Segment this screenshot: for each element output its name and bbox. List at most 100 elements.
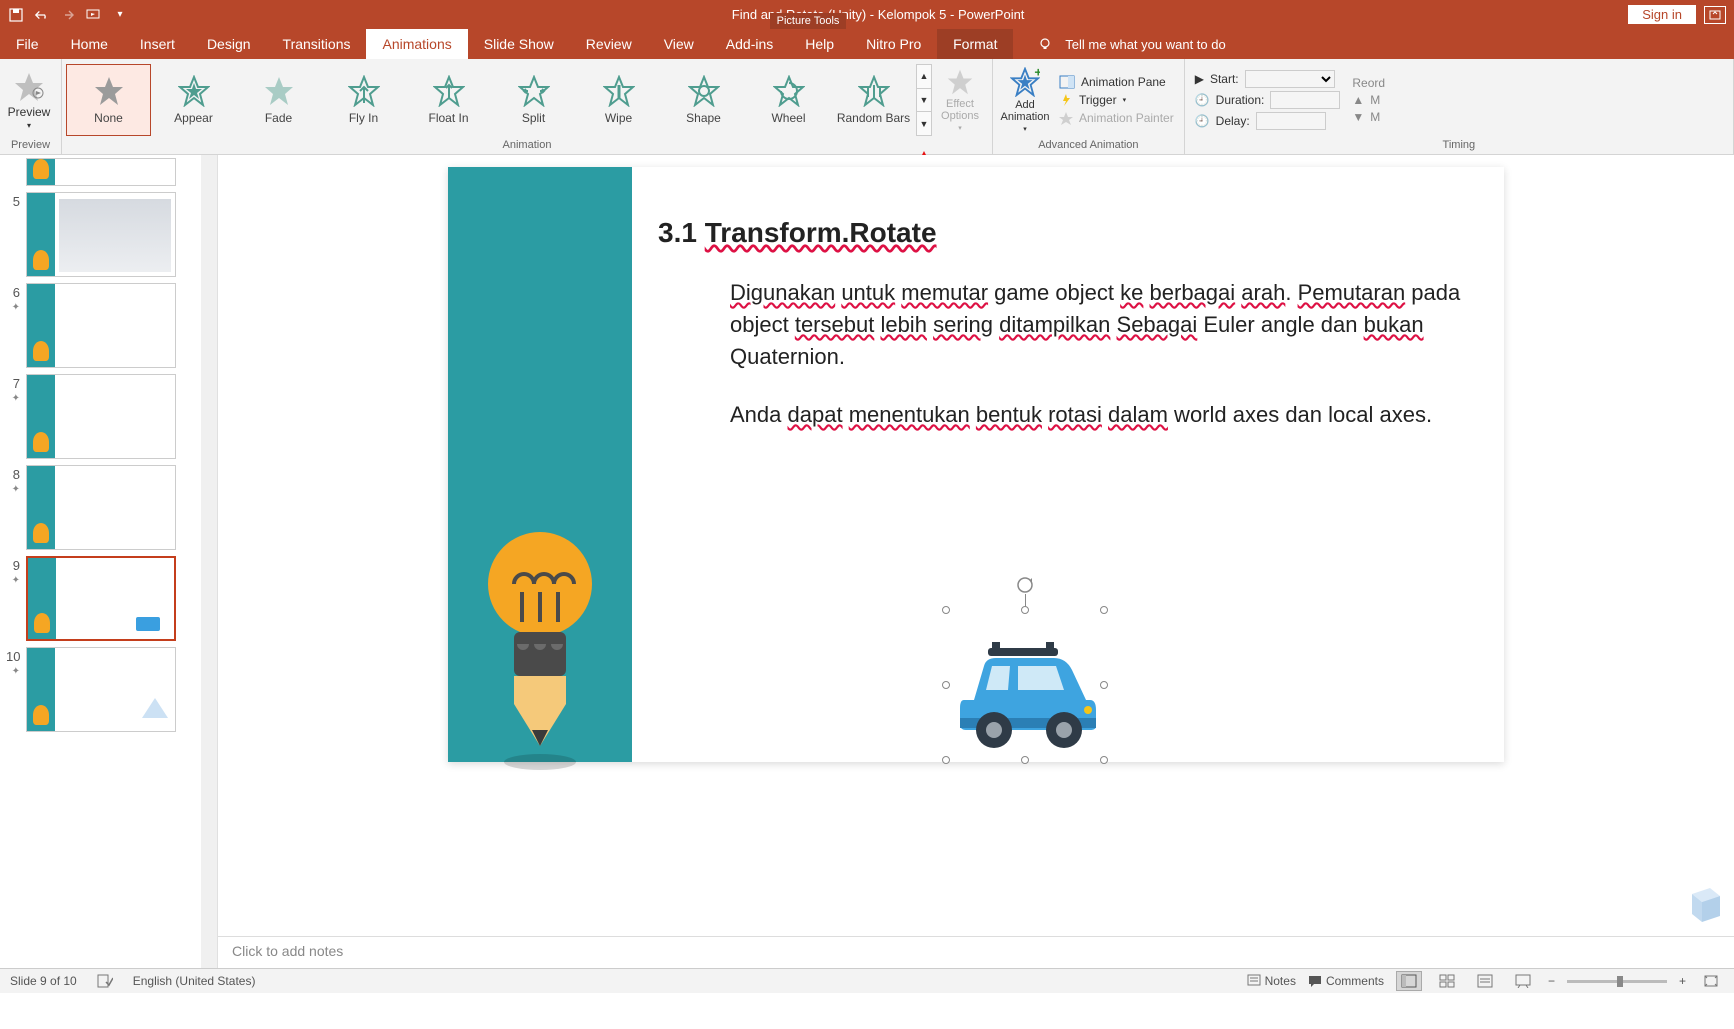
zoom-in-button[interactable]: + bbox=[1679, 974, 1686, 988]
ribbon-tabs: Picture Tools File Home Insert Design Tr… bbox=[0, 29, 1734, 59]
fit-to-window-button[interactable] bbox=[1698, 971, 1724, 991]
group-label-advanced: Advanced Animation bbox=[997, 139, 1180, 152]
notes-placeholder: Click to add notes bbox=[232, 943, 343, 959]
tab-insert[interactable]: Insert bbox=[124, 29, 191, 59]
play-icon: ▶ bbox=[1195, 72, 1204, 86]
zoom-slider[interactable] bbox=[1567, 980, 1667, 983]
reading-view-button[interactable] bbox=[1472, 971, 1498, 991]
slide-body-text[interactable]: Digunakan untuk memutar game object ke b… bbox=[730, 277, 1464, 457]
animation-star-icon: ✦ bbox=[12, 302, 20, 313]
animation-appear[interactable]: Appear bbox=[151, 64, 236, 136]
slide-thumbnail-panel[interactable]: 5 6 ✦ 7 ✦ bbox=[0, 155, 218, 968]
normal-view-button[interactable] bbox=[1396, 971, 1422, 991]
save-icon[interactable] bbox=[8, 7, 24, 23]
notes-pane[interactable]: Click to add notes bbox=[218, 936, 1734, 968]
slide-count-label: Slide 9 of 10 bbox=[10, 974, 77, 988]
window-title: Find and Rotate (Unity) - Kelompok 5 - P… bbox=[128, 7, 1628, 22]
tab-addins[interactable]: Add-ins bbox=[710, 29, 789, 59]
group-label-animation: Animation bbox=[66, 139, 988, 152]
slide-thumbnail[interactable] bbox=[26, 647, 176, 732]
redo-icon[interactable] bbox=[60, 7, 76, 23]
slide-thumbnail[interactable] bbox=[26, 283, 176, 368]
tab-format[interactable]: Format bbox=[937, 29, 1013, 59]
notes-toggle[interactable]: Notes bbox=[1247, 974, 1296, 988]
ribbon-display-options-icon[interactable] bbox=[1704, 6, 1726, 24]
start-from-beginning-icon[interactable] bbox=[86, 7, 102, 23]
animation-shape[interactable]: Shape bbox=[661, 64, 746, 136]
animation-random-bars[interactable]: Random Bars bbox=[831, 64, 916, 136]
slide-title[interactable]: 3.1 Transform.Rotate bbox=[658, 217, 937, 249]
lightbulb-pencil-icon bbox=[484, 514, 596, 774]
animation-pane-button[interactable]: Animation Pane bbox=[1059, 75, 1174, 89]
tab-animations[interactable]: Animations bbox=[366, 29, 467, 59]
tab-slideshow[interactable]: Slide Show bbox=[468, 29, 570, 59]
slide-thumbnail[interactable] bbox=[26, 192, 176, 277]
qat-more-icon[interactable]: ▾ bbox=[112, 7, 128, 23]
tab-review[interactable]: Review bbox=[570, 29, 648, 59]
tab-view[interactable]: View bbox=[648, 29, 710, 59]
selected-picture-car[interactable] bbox=[946, 610, 1104, 760]
slide-sorter-view-button[interactable] bbox=[1434, 971, 1460, 991]
chevron-down-icon: ▾ bbox=[27, 121, 31, 130]
animation-fade[interactable]: Fade bbox=[236, 64, 321, 136]
timing-delay-row: 🕘 Delay: bbox=[1195, 112, 1341, 130]
animation-star-icon: ✦ bbox=[12, 393, 20, 404]
spell-check-icon[interactable] bbox=[97, 974, 113, 988]
slide-canvas[interactable]: 3.1 Transform.Rotate Digunakan untuk mem… bbox=[448, 167, 1504, 762]
thumb-number: 10 bbox=[6, 647, 20, 664]
slide-editor: 3.1 Transform.Rotate Digunakan untuk mem… bbox=[218, 155, 1734, 968]
tab-file[interactable]: File bbox=[0, 29, 55, 59]
delay-input[interactable] bbox=[1256, 112, 1326, 130]
tab-nitro[interactable]: Nitro Pro bbox=[850, 29, 937, 59]
gallery-scroll: ▲ ▼ ▼ bbox=[916, 64, 932, 136]
rotate-handle-icon[interactable] bbox=[1016, 576, 1034, 594]
sign-in-button[interactable]: Sign in bbox=[1628, 5, 1696, 24]
thumb-number: 5 bbox=[6, 192, 20, 209]
animation-wheel[interactable]: Wheel bbox=[746, 64, 831, 136]
gallery-scroll-up[interactable]: ▲ bbox=[917, 65, 931, 89]
trigger-button[interactable]: Trigger ▾ bbox=[1059, 93, 1174, 107]
tell-me-search[interactable]: Tell me what you want to do bbox=[1013, 29, 1734, 59]
thumb-number: 7 bbox=[6, 374, 20, 391]
gallery-scroll-down[interactable]: ▼ bbox=[917, 89, 931, 113]
effect-options-button: Effect Options ▾ bbox=[932, 68, 988, 132]
add-animation-button[interactable]: + Add Animation ▾ bbox=[997, 67, 1053, 133]
thumb-number: 6 bbox=[6, 283, 20, 300]
animation-float-in[interactable]: Float In bbox=[406, 64, 491, 136]
start-select[interactable] bbox=[1245, 70, 1335, 88]
animation-star-icon: ✦ bbox=[12, 575, 20, 586]
preview-button[interactable]: Preview ▾ bbox=[4, 71, 54, 130]
tab-transitions[interactable]: Transitions bbox=[267, 29, 367, 59]
slide-thumbnail-partial[interactable] bbox=[26, 158, 176, 186]
animation-wipe[interactable]: Wipe bbox=[576, 64, 661, 136]
timing-start-row: ▶ Start: bbox=[1195, 70, 1341, 88]
clock-icon: 🕘 bbox=[1195, 114, 1210, 128]
gallery-more-button[interactable]: ▼ bbox=[917, 112, 931, 135]
animation-split[interactable]: Split bbox=[491, 64, 576, 136]
comments-toggle[interactable]: Comments bbox=[1308, 974, 1384, 988]
undo-icon[interactable] bbox=[34, 7, 50, 23]
thumb-number: 8 bbox=[6, 465, 20, 482]
group-label-preview: Preview bbox=[4, 139, 57, 152]
slide-thumbnail[interactable] bbox=[26, 374, 176, 459]
zoom-out-button[interactable]: − bbox=[1548, 974, 1555, 988]
thumbnail-scrollbar[interactable] bbox=[201, 155, 217, 968]
tab-help[interactable]: Help bbox=[789, 29, 850, 59]
language-label[interactable]: English (United States) bbox=[133, 974, 256, 988]
tab-design[interactable]: Design bbox=[191, 29, 267, 59]
slideshow-view-button[interactable] bbox=[1510, 971, 1536, 991]
animation-fly-in[interactable]: Fly In bbox=[321, 64, 406, 136]
animation-none[interactable]: None bbox=[66, 64, 151, 136]
ribbon: Preview ▾ Preview None Appear Fade bbox=[0, 59, 1734, 155]
clock-icon: 🕘 bbox=[1195, 93, 1210, 107]
animation-gallery: None Appear Fade Fly In Float In bbox=[66, 63, 932, 137]
lightbulb-icon bbox=[1037, 36, 1053, 52]
animation-star-icon: ✦ bbox=[12, 484, 20, 495]
group-label-timing: Timing bbox=[1189, 139, 1729, 152]
slide-thumbnail-active[interactable] bbox=[26, 556, 176, 641]
status-bar: Slide 9 of 10 English (United States) No… bbox=[0, 968, 1734, 993]
duration-input[interactable] bbox=[1270, 91, 1340, 109]
tab-home[interactable]: Home bbox=[55, 29, 124, 59]
context-tab-group-label: Picture Tools bbox=[770, 13, 846, 29]
slide-thumbnail[interactable] bbox=[26, 465, 176, 550]
